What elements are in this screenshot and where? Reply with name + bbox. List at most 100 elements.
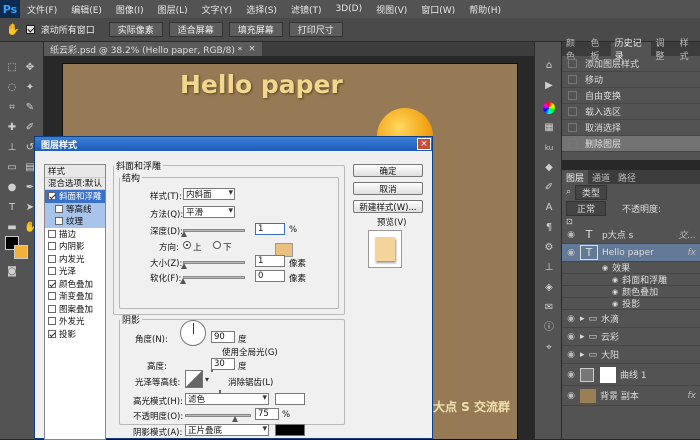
- chevron-right-icon[interactable]: ▸: [580, 332, 585, 342]
- style-checkbox[interactable]: [48, 255, 56, 263]
- angle-dial[interactable]: [180, 320, 206, 346]
- chevron-right-icon[interactable]: ▸: [580, 314, 585, 324]
- eye-icon[interactable]: ◉: [566, 332, 576, 342]
- soften-slider-thumb[interactable]: [180, 278, 186, 284]
- style-checkbox[interactable]: [55, 217, 63, 225]
- menu-filter[interactable]: 滤镜(T): [284, 3, 329, 16]
- quick-mask-icon[interactable]: ◙: [6, 266, 18, 278]
- eye-icon[interactable]: ◉: [566, 370, 576, 380]
- blend-mode-select[interactable]: 正常: [566, 201, 606, 216]
- eye-icon[interactable]: ◉: [566, 350, 576, 360]
- cancel-button[interactable]: 取消: [353, 182, 423, 195]
- highlight-color-swatch[interactable]: [275, 393, 305, 405]
- history-item[interactable]: 自由变换: [562, 88, 700, 104]
- direction-up-radio[interactable]: [183, 241, 191, 249]
- layer-row[interactable]: ◉曲线 1: [562, 364, 700, 386]
- shadow-mode-select[interactable]: 正片叠底: [185, 424, 269, 436]
- style-checkbox[interactable]: [55, 205, 63, 213]
- size-slider[interactable]: [183, 261, 245, 264]
- menu-edit[interactable]: 编辑(E): [64, 3, 109, 16]
- tab-layers[interactable]: 图层: [562, 170, 588, 184]
- brush-tool-icon[interactable]: ✐: [24, 122, 36, 134]
- history-item[interactable]: 取消选择: [562, 120, 700, 136]
- style-checkbox[interactable]: [48, 317, 56, 325]
- character-panel-icon[interactable]: A: [543, 202, 555, 214]
- actions-panel-icon[interactable]: ▶: [543, 80, 555, 92]
- styles-panel-icon[interactable]: ◆: [543, 162, 555, 174]
- style-item-inner-shadow[interactable]: 内阴影: [45, 240, 105, 253]
- highlight-opacity-thumb[interactable]: [232, 416, 238, 422]
- chevron-right-icon[interactable]: ▸: [580, 350, 585, 360]
- actual-pixels-button[interactable]: 实际像素: [109, 22, 163, 37]
- lock-icon[interactable]: ⊡: [566, 217, 573, 226]
- style-item-bevel[interactable]: 斜面和浮雕: [45, 190, 105, 203]
- kuler-panel-icon[interactable]: ku: [543, 142, 555, 154]
- style-checkbox[interactable]: [48, 242, 56, 250]
- depth-slider[interactable]: [183, 229, 245, 232]
- style-checkbox[interactable]: [48, 305, 56, 313]
- tab-adjustments[interactable]: 调整: [651, 42, 675, 56]
- style-checkbox[interactable]: [48, 267, 56, 275]
- marquee-tool-icon[interactable]: ⬚: [6, 62, 18, 74]
- close-icon[interactable]: ×: [417, 138, 431, 150]
- eye-icon[interactable]: ◉: [566, 314, 576, 324]
- style-item-drop-shadow[interactable]: 投影: [45, 328, 105, 341]
- scroll-all-checkbox[interactable]: [26, 25, 35, 34]
- tab-history[interactable]: 历史记录: [611, 42, 652, 56]
- altitude-input[interactable]: 30: [211, 358, 235, 370]
- effect-row[interactable]: ◉投影: [562, 298, 700, 310]
- history-item[interactable]: 移动: [562, 72, 700, 88]
- menu-window[interactable]: 窗口(W): [414, 3, 462, 16]
- blending-options-item[interactable]: 混合选项:默认: [45, 178, 105, 191]
- layer-group-row[interactable]: ◉▸▭云彩: [562, 328, 700, 346]
- size-input[interactable]: 1: [255, 255, 285, 267]
- direction-down-radio[interactable]: [213, 241, 221, 249]
- close-icon[interactable]: ×: [248, 44, 256, 54]
- eye-icon[interactable]: ◉: [612, 276, 618, 284]
- tab-paths[interactable]: 路径: [614, 170, 640, 184]
- layer-group-row[interactable]: ◉▸▭水滴: [562, 310, 700, 328]
- type-tool-icon[interactable]: T: [6, 202, 18, 214]
- move-tool-icon[interactable]: ✥: [24, 62, 36, 74]
- layer-kind-select[interactable]: 类型: [575, 185, 607, 200]
- eye-icon[interactable]: ◉: [612, 288, 618, 296]
- color-panel-icon[interactable]: [543, 102, 555, 114]
- soften-slider[interactable]: [183, 276, 245, 279]
- style-checkbox[interactable]: [48, 280, 56, 288]
- eraser-tool-icon[interactable]: ▭: [6, 162, 18, 174]
- eye-icon[interactable]: ◉: [566, 230, 576, 240]
- style-checkbox[interactable]: [48, 292, 56, 300]
- menu-file[interactable]: 文件(F): [20, 3, 64, 16]
- angle-input[interactable]: 90: [211, 331, 235, 343]
- menu-type[interactable]: 文字(Y): [195, 3, 240, 16]
- style-item-inner-glow[interactable]: 内发光: [45, 253, 105, 266]
- background-color-swatch[interactable]: [14, 245, 28, 259]
- healing-brush-icon[interactable]: ✚: [6, 122, 18, 134]
- style-item-gradient-overlay[interactable]: 渐变叠加: [45, 290, 105, 303]
- depth-slider-thumb[interactable]: [181, 231, 187, 237]
- gloss-contour-picker[interactable]: [185, 370, 203, 388]
- menu-3d[interactable]: 3D(D): [328, 4, 369, 14]
- history-panel-icon[interactable]: ⌂: [543, 60, 555, 72]
- highlight-mode-select[interactable]: 滤色: [185, 393, 269, 405]
- print-size-button[interactable]: 打印尺寸: [289, 22, 343, 37]
- magic-wand-icon[interactable]: ✦: [24, 82, 36, 94]
- size-slider-thumb[interactable]: [181, 263, 187, 269]
- technique-select[interactable]: 平滑: [183, 206, 235, 218]
- tab-swatches[interactable]: 色板: [586, 42, 610, 56]
- eyedropper-icon[interactable]: ✎: [24, 102, 36, 114]
- highlight-opacity-slider[interactable]: [185, 414, 251, 417]
- chevron-down-icon[interactable]: ▾: [205, 375, 209, 384]
- document-tab[interactable]: 纸云彩.psd @ 38.2% (Hello paper, RGB/8) * ×: [44, 42, 262, 56]
- style-item-satin[interactable]: 光泽: [45, 265, 105, 278]
- clone-source-icon[interactable]: ⊥: [543, 262, 555, 274]
- layer-row[interactable]: ◉THello paperfx: [562, 244, 700, 262]
- notes-panel-icon[interactable]: ✉: [543, 302, 555, 314]
- style-checkbox[interactable]: [48, 330, 56, 338]
- tab-channels[interactable]: 通道: [588, 170, 614, 184]
- tool-presets-icon[interactable]: ⚙: [543, 242, 555, 254]
- layer-group-row[interactable]: ◉▸▭大阳: [562, 346, 700, 364]
- style-checkbox[interactable]: [48, 230, 56, 238]
- layer-row[interactable]: ◉Tp大点 s交...: [562, 226, 700, 244]
- eye-icon[interactable]: ◉: [566, 391, 576, 401]
